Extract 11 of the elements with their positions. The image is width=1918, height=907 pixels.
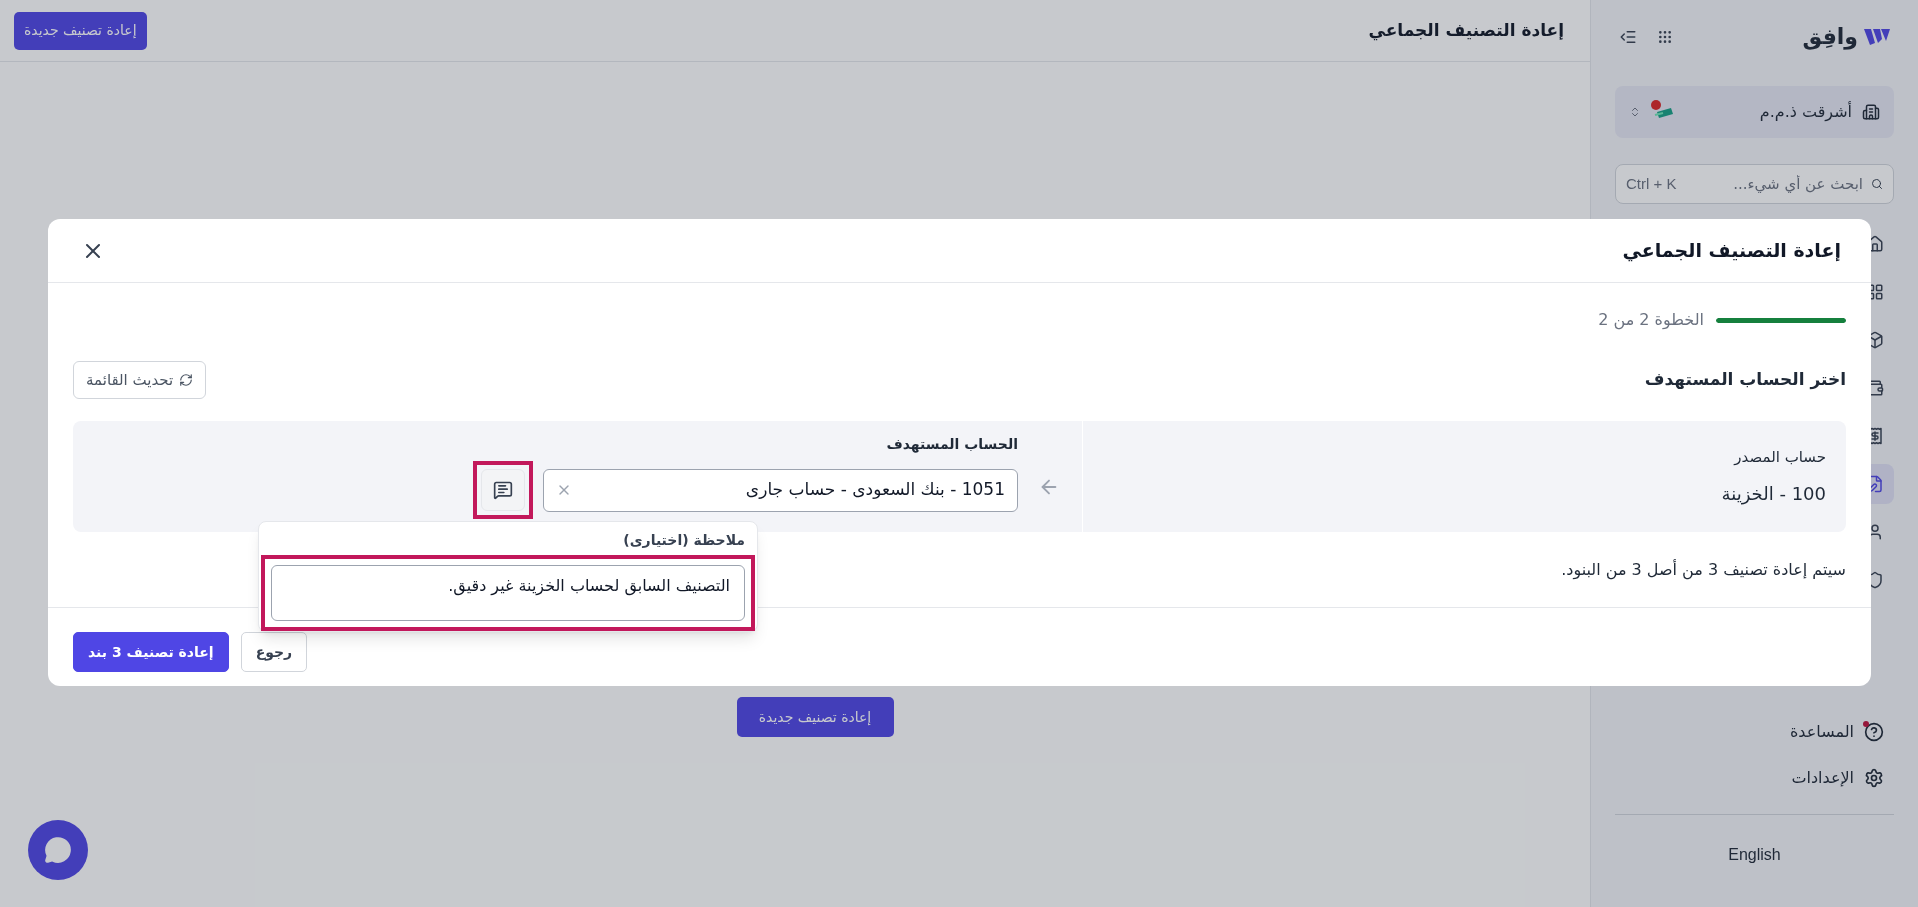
note-label: ملاحظة (اختيارى) xyxy=(622,531,746,550)
shortcut-hint: Ctrl + K xyxy=(1626,173,1677,194)
source-value: 100 - الخزينة xyxy=(1720,482,1826,507)
modal-title: إعادة التصنيف الجماعي xyxy=(1622,238,1841,264)
logo-text: وافِق xyxy=(1802,26,1858,48)
target-label: الحساب المستهدف xyxy=(885,435,1018,455)
source-label: حساب المصدر xyxy=(1732,446,1826,468)
page-title: إعادة التصنيف الجماعي xyxy=(1367,18,1565,43)
step-label: الخطوة 2 من 2 xyxy=(1598,309,1704,332)
section-heading: اختر الحساب المستهدف xyxy=(1644,368,1846,392)
summary-text: سيتم إعادة تصنيف 3 من أصل 3 من البنود. xyxy=(1560,558,1846,582)
